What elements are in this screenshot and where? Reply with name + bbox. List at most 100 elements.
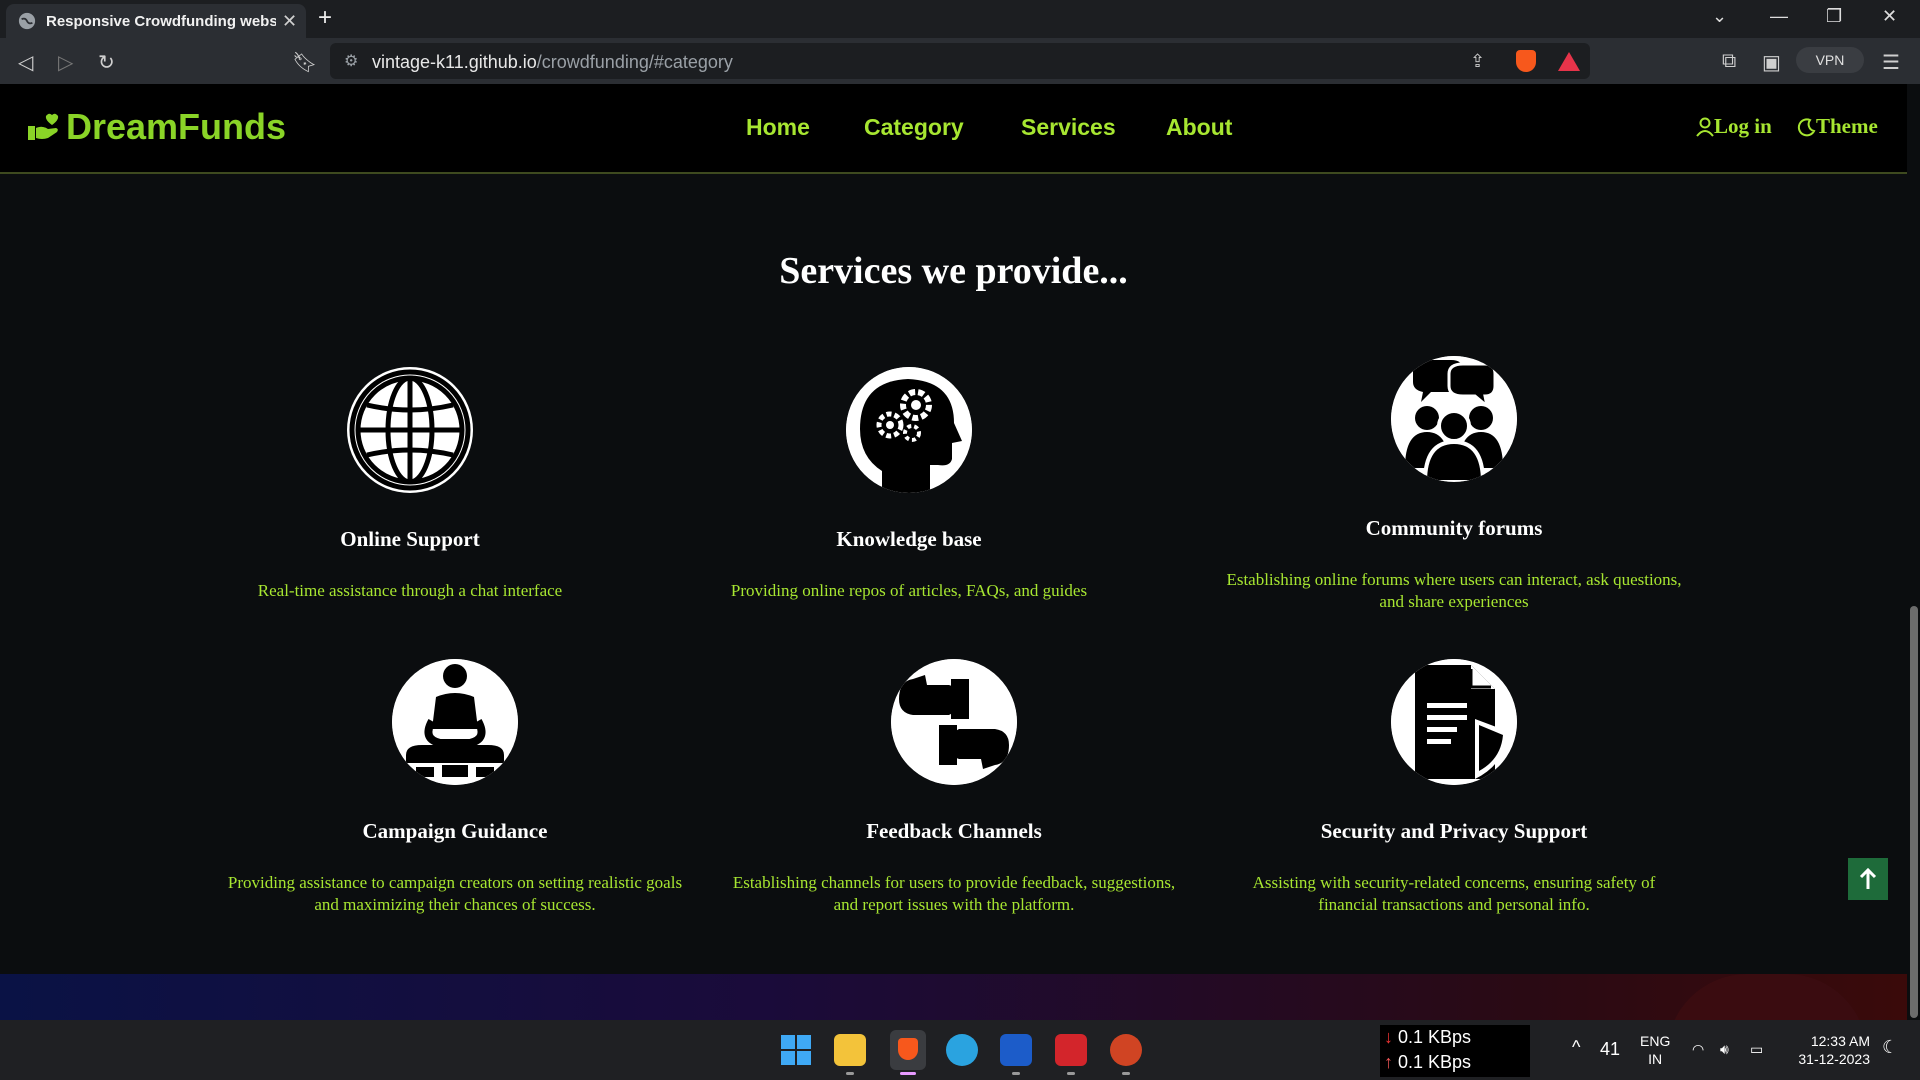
user-icon bbox=[1696, 117, 1714, 137]
temperature: 41 bbox=[1600, 1039, 1621, 1059]
lang-primary: ENG bbox=[1640, 1033, 1671, 1049]
site-header: DreamFunds Home Category Services About … bbox=[0, 84, 1907, 174]
service-description: Establishing channels for users to provi… bbox=[732, 873, 1176, 914]
sidebar-icon[interactable]: ▣ bbox=[1762, 50, 1781, 75]
vpn-button[interactable]: VPN bbox=[1796, 47, 1864, 73]
theme-toggle[interactable]: Theme bbox=[1796, 114, 1878, 139]
chevron-up-icon[interactable]: ^ bbox=[1572, 1038, 1580, 1056]
theme-label: Theme bbox=[1816, 114, 1878, 138]
service-card-community-forums: Community forums Establishing online for… bbox=[1224, 356, 1684, 613]
windows-start-icon[interactable] bbox=[780, 1034, 812, 1066]
url-text[interactable]: vintage-k11.github.io/crowdfunding/#cate… bbox=[372, 52, 733, 73]
hand-heart-icon bbox=[28, 113, 59, 140]
scrollbar-thumb[interactable] bbox=[1910, 606, 1918, 1018]
language-indicator[interactable]: ENG IN bbox=[1640, 1032, 1670, 1068]
site-info-icon[interactable]: ⚙ bbox=[344, 51, 358, 71]
service-description: Assisting with security-related concerns… bbox=[1252, 873, 1656, 914]
share-icon[interactable]: ⇪ bbox=[1470, 51, 1485, 72]
login-button[interactable]: Log in bbox=[1696, 114, 1772, 139]
browser-titlebar: Responsive Crowdfunding websi ✕ + ⌄ — ❐ … bbox=[0, 0, 1920, 38]
url-host: vintage-k11.github.io bbox=[372, 52, 537, 72]
service-description: Establishing online forums where users c… bbox=[1226, 570, 1682, 611]
nav-category[interactable]: Category bbox=[864, 114, 964, 141]
nav-about[interactable]: About bbox=[1166, 114, 1232, 141]
meditating-person-icon bbox=[392, 659, 518, 785]
nav-services[interactable]: Services bbox=[1021, 114, 1116, 141]
active-indicator bbox=[900, 1072, 916, 1075]
tab-close-icon[interactable]: ✕ bbox=[282, 11, 297, 32]
back-icon[interactable]: ◁ bbox=[18, 50, 33, 75]
address-bar[interactable]: ⚙ vintage-k11.github.io/crowdfunding/#ca… bbox=[330, 43, 1590, 79]
service-title: Campaign Guidance bbox=[362, 819, 548, 843]
close-window-button[interactable]: ✕ bbox=[1882, 6, 1897, 27]
battery-icon[interactable]: ▭ bbox=[1750, 1040, 1763, 1058]
clock-date: 31-12-2023 bbox=[1798, 1051, 1870, 1067]
tab-search-icon[interactable]: ⌄ bbox=[1712, 6, 1727, 27]
menu-icon[interactable]: ☰ bbox=[1882, 50, 1900, 75]
clock-time: 12:33 AM bbox=[1810, 1033, 1870, 1049]
file-explorer-icon[interactable] bbox=[834, 1034, 866, 1066]
clock[interactable]: 12:33 AM 31-12-2023 bbox=[1790, 1032, 1870, 1068]
powerpoint-icon[interactable] bbox=[1110, 1034, 1142, 1066]
running-indicator bbox=[1122, 1072, 1130, 1075]
forward-icon[interactable]: ▷ bbox=[58, 50, 73, 75]
brave-icon bbox=[898, 1038, 918, 1060]
telegram-icon[interactable] bbox=[946, 1034, 978, 1066]
word-icon[interactable] bbox=[1000, 1034, 1032, 1066]
restore-button[interactable]: ❐ bbox=[1826, 6, 1842, 27]
document-shield-icon bbox=[1391, 659, 1517, 785]
web-page: DreamFunds Home Category Services About … bbox=[0, 84, 1907, 1020]
service-description: Real-time assistance through a chat inte… bbox=[257, 581, 563, 600]
service-description: Providing online repos of articles, FAQs… bbox=[730, 581, 1088, 600]
net-down-value: 0.1 KBps bbox=[1398, 1027, 1472, 1047]
service-title: Feedback Channels bbox=[866, 819, 1042, 843]
service-card-campaign-guidance: Campaign Guidance Providing assistance t… bbox=[225, 659, 685, 916]
service-description: Providing assistance to campaign creator… bbox=[227, 873, 683, 914]
thumbs-up-down-icon bbox=[891, 659, 1017, 785]
service-card-knowledge-base: Knowledge base Providing online repos of… bbox=[679, 367, 1139, 602]
service-title: Knowledge base bbox=[836, 527, 982, 551]
net-down: ↓ 0.1 KBps bbox=[1384, 1027, 1472, 1047]
brand-logo[interactable]: DreamFunds bbox=[26, 106, 286, 148]
running-indicator bbox=[1012, 1072, 1020, 1075]
notifications-icon[interactable]: ☾ bbox=[1882, 1038, 1898, 1056]
footer-band bbox=[0, 974, 1907, 1020]
tab-title: Responsive Crowdfunding websi bbox=[46, 12, 276, 30]
running-indicator bbox=[846, 1072, 854, 1075]
bookmark-icon[interactable]: 🔖︎ bbox=[292, 50, 317, 75]
brave-taskbar-button[interactable] bbox=[890, 1030, 926, 1070]
reload-icon[interactable]: ↻ bbox=[98, 50, 115, 75]
browser-tab[interactable]: Responsive Crowdfunding websi ✕ bbox=[6, 4, 306, 38]
running-indicator bbox=[1067, 1072, 1075, 1075]
moon-icon bbox=[1797, 117, 1816, 136]
network-speed-widget: ↓ 0.1 KBps ↑ 0.1 KBps bbox=[1380, 1025, 1530, 1077]
brave-shield-icon[interactable] bbox=[1516, 50, 1536, 72]
nav-home[interactable]: Home bbox=[746, 114, 810, 141]
login-label: Log in bbox=[1714, 114, 1772, 138]
service-title: Security and Privacy Support bbox=[1320, 819, 1588, 843]
windows-taskbar: ↓ 0.1 KBps ↑ 0.1 KBps ^ 41 ENG IN ◠ 🔊︎ ▭… bbox=[0, 1020, 1920, 1080]
vpn-label: VPN bbox=[1815, 52, 1845, 68]
volume-icon[interactable]: 🔊︎ bbox=[1720, 1040, 1729, 1058]
extensions-icon[interactable]: ⧉ bbox=[1722, 50, 1736, 73]
community-chat-icon bbox=[1391, 356, 1517, 482]
browser-toolbar: ◁ ▷ ↻ 🔖︎ ⚙ vintage-k11.github.io/crowdfu… bbox=[0, 38, 1920, 84]
service-card-online-support: Online Support Real-time assistance thro… bbox=[180, 367, 640, 602]
net-up: ↑ 0.1 KBps bbox=[1384, 1052, 1472, 1072]
brain-gears-icon bbox=[846, 367, 972, 493]
globe-favicon-icon bbox=[18, 12, 36, 30]
brand-name: DreamFunds bbox=[66, 106, 287, 147]
service-card-security-privacy: Security and Privacy Support Assisting w… bbox=[1224, 659, 1684, 916]
acrobat-icon[interactable] bbox=[1055, 1034, 1087, 1066]
globe-icon bbox=[347, 367, 473, 493]
lang-secondary: IN bbox=[1648, 1051, 1663, 1067]
wifi-icon[interactable]: ◠ bbox=[1692, 1040, 1704, 1058]
new-tab-button[interactable]: + bbox=[318, 4, 332, 32]
brave-rewards-icon[interactable] bbox=[1558, 52, 1580, 71]
service-title: Community forums bbox=[1365, 516, 1543, 540]
url-path: /crowdfunding/#category bbox=[536, 52, 733, 72]
minimize-button[interactable]: — bbox=[1770, 6, 1788, 27]
service-title: Online Support bbox=[340, 527, 480, 551]
services-heading: Services we provide... bbox=[779, 250, 1128, 292]
scroll-to-top-button[interactable] bbox=[1848, 858, 1888, 900]
